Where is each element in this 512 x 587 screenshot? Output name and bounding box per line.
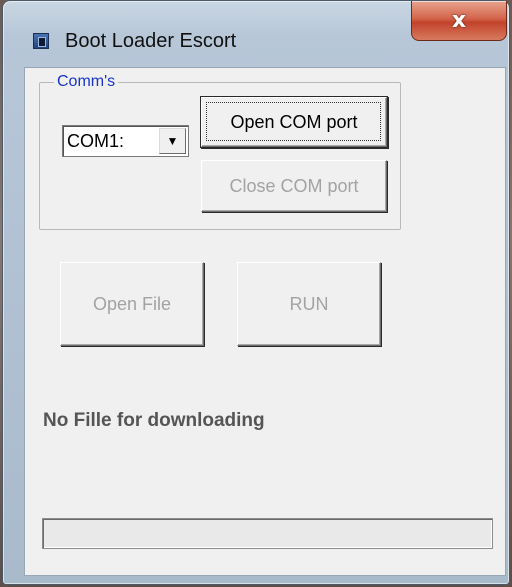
com-port-value: COM1: bbox=[67, 131, 125, 151]
close-com-port-label: Close COM port bbox=[229, 175, 359, 196]
close-icon: x bbox=[451, 8, 467, 33]
comms-group-label: Comm's bbox=[54, 73, 119, 91]
run-label: RUN bbox=[289, 293, 329, 314]
open-file-button[interactable]: Open File bbox=[60, 262, 204, 346]
open-com-port-label: Open COM port bbox=[230, 111, 358, 132]
open-com-port-button[interactable]: Open COM port bbox=[201, 97, 387, 147]
close-com-port-button[interactable]: Close COM port bbox=[201, 160, 387, 212]
close-button[interactable]: x bbox=[411, 1, 507, 41]
chevron-down-icon[interactable]: ▼ bbox=[159, 128, 186, 154]
app-icon bbox=[33, 33, 49, 49]
dialog-client-area: Comm's COM1: ▼ Open COM port Close COM p… bbox=[24, 67, 506, 576]
com-port-select[interactable]: COM1: ▼ bbox=[62, 125, 189, 157]
open-file-label: Open File bbox=[92, 293, 172, 314]
status-message: No Fille for downloading bbox=[43, 410, 265, 431]
app-window: Boot Loader Escort x Comm's COM1: ▼ Open… bbox=[2, 0, 510, 585]
title-bar[interactable]: Boot Loader Escort x bbox=[3, 1, 509, 67]
window-title: Boot Loader Escort bbox=[65, 30, 237, 52]
comms-groupbox: Comm's COM1: ▼ Open COM port Close COM p… bbox=[39, 73, 401, 230]
download-progress-bar bbox=[42, 518, 493, 549]
run-button[interactable]: RUN bbox=[237, 262, 381, 346]
